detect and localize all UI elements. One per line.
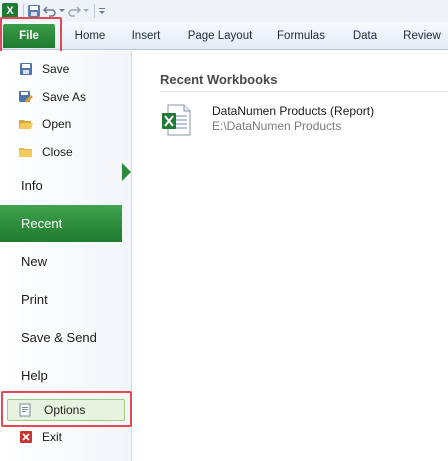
nav-exit-label: Exit (42, 430, 63, 444)
nav-save-as-label: Save As (42, 90, 87, 104)
exit-icon (18, 429, 34, 445)
redo-dropdown[interactable] (83, 2, 89, 20)
title-divider (160, 91, 448, 92)
tab-data[interactable]: Data (347, 22, 383, 50)
tab-page-layout[interactable]: Page Layout (184, 22, 256, 50)
customize-icon (99, 8, 105, 14)
tab-review[interactable]: Review (399, 22, 445, 50)
recent-workbook-item[interactable]: DataNumen Products (Report) E:\DataNumen… (160, 103, 430, 143)
workbook-text: DataNumen Products (Report) E:\DataNumen… (212, 103, 374, 143)
file-tab-highlight (0, 17, 62, 55)
redo-icon (68, 6, 81, 17)
nav-new[interactable]: New (21, 251, 47, 271)
nav-open-label: Open (42, 117, 72, 131)
nav-close[interactable]: Close (18, 142, 73, 162)
undo-icon (43, 6, 56, 17)
tab-home[interactable]: Home (70, 22, 110, 50)
customize-toolbar-button[interactable] (98, 2, 106, 20)
floppy-disk-icon (28, 5, 40, 17)
nav-close-label: Close (42, 145, 73, 159)
folder-close-icon (18, 144, 34, 160)
recent-selected-arrow (122, 163, 131, 181)
nav-save-label: Save (42, 62, 70, 76)
workbook-name: DataNumen Products (Report) (212, 104, 375, 118)
chevron-down-icon (83, 9, 89, 12)
nav-info[interactable]: Info (21, 175, 43, 195)
workbook-path: E:\DataNumen Products (212, 119, 342, 133)
toolbar-separator (94, 4, 95, 18)
recent-workbooks-title: Recent Workbooks (160, 72, 278, 87)
save-as-icon (18, 89, 34, 105)
nav-exit[interactable]: Exit (18, 427, 62, 447)
quick-access-toolbar: X (0, 0, 448, 22)
tab-insert[interactable]: Insert (126, 22, 166, 50)
ribbon-tabs: File Home Insert Page Layout Formulas Da… (0, 22, 448, 50)
nav-recent[interactable]: Recent (0, 205, 122, 242)
nav-save[interactable]: Save (18, 59, 69, 79)
toolbar-separator (23, 4, 24, 18)
nav-help[interactable]: Help (21, 365, 48, 385)
options-highlight (1, 391, 132, 427)
redo-button[interactable] (67, 2, 81, 20)
nav-open[interactable]: Open (18, 114, 71, 134)
nav-save-as[interactable]: Save As (18, 87, 86, 107)
excel-file-icon (160, 103, 192, 137)
chevron-down-icon (59, 9, 65, 12)
folder-open-icon (18, 116, 34, 132)
tab-formulas[interactable]: Formulas (273, 22, 329, 50)
nav-save-send[interactable]: Save & Send (21, 327, 97, 347)
floppy-disk-icon (18, 61, 34, 77)
nav-print[interactable]: Print (21, 289, 48, 309)
